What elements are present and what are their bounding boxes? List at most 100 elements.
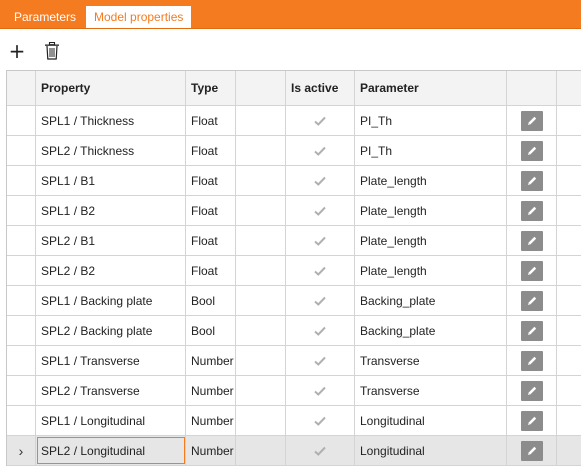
parameter-cell[interactable]: Plate_length: [355, 256, 507, 285]
property-cell[interactable]: SPL2 / Backing plate: [36, 316, 186, 345]
filler-cell: [557, 166, 581, 195]
add-button[interactable]: +: [6, 40, 28, 62]
table-row[interactable]: SPL2 / B1 Float Plate_length: [7, 226, 581, 256]
table-row[interactable]: SPL1 / B1 Float Plate_length: [7, 166, 581, 196]
column-header-property[interactable]: Property: [36, 71, 186, 105]
parameter-cell[interactable]: Backing_plate: [355, 316, 507, 345]
parameter-cell[interactable]: Plate_length: [355, 226, 507, 255]
row-selector[interactable]: [7, 256, 36, 285]
table-row[interactable]: SPL2 / B2 Float Plate_length: [7, 256, 581, 286]
tab-model-properties[interactable]: Model properties: [86, 6, 192, 28]
is-active-checkbox[interactable]: [286, 106, 355, 135]
pencil-icon: [527, 236, 536, 245]
is-active-checkbox[interactable]: [286, 436, 355, 465]
property-cell[interactable]: SPL1 / B1: [36, 166, 186, 195]
type-cell[interactable]: Float: [186, 256, 236, 285]
edit-button[interactable]: [520, 260, 543, 281]
is-active-checkbox[interactable]: [286, 226, 355, 255]
edit-button[interactable]: [520, 140, 543, 161]
property-cell[interactable]: SPL2 / Thickness: [36, 136, 186, 165]
is-active-checkbox[interactable]: [286, 346, 355, 375]
row-selector[interactable]: [7, 316, 36, 345]
edit-cell: [507, 346, 557, 375]
type-cell[interactable]: Number: [186, 406, 236, 435]
column-header-parameter[interactable]: Parameter: [355, 71, 507, 105]
table-row[interactable]: SPL1 / B2 Float Plate_length: [7, 196, 581, 226]
table-row[interactable]: SPL1 / Backing plate Bool Backing_plate: [7, 286, 581, 316]
parameter-cell[interactable]: PI_Th: [355, 136, 507, 165]
type-cell[interactable]: Float: [186, 166, 236, 195]
type-cell[interactable]: Number: [186, 346, 236, 375]
parameter-cell[interactable]: Plate_length: [355, 196, 507, 225]
edit-button[interactable]: [520, 290, 543, 311]
property-cell[interactable]: SPL1 / B2: [36, 196, 186, 225]
tab-parameters[interactable]: Parameters: [6, 7, 84, 28]
property-cell[interactable]: SPL1 / Thickness: [36, 106, 186, 135]
is-active-checkbox[interactable]: [286, 376, 355, 405]
type-cell[interactable]: Float: [186, 196, 236, 225]
column-header-type[interactable]: Type: [186, 71, 236, 105]
type-cell[interactable]: Bool: [186, 316, 236, 345]
property-cell[interactable]: SPL2 / Longitudinal: [36, 436, 186, 465]
property-cell[interactable]: SPL2 / B1: [36, 226, 186, 255]
row-selector[interactable]: [7, 106, 36, 135]
is-active-checkbox[interactable]: [286, 316, 355, 345]
property-cell[interactable]: SPL1 / Transverse: [36, 346, 186, 375]
row-selector[interactable]: [7, 136, 36, 165]
parameter-cell[interactable]: PI_Th: [355, 106, 507, 135]
table-row[interactable]: SPL2 / Backing plate Bool Backing_plate: [7, 316, 581, 346]
row-selector[interactable]: [7, 196, 36, 225]
is-active-checkbox[interactable]: [286, 136, 355, 165]
type-cell[interactable]: Number: [186, 376, 236, 405]
parameter-cell[interactable]: Longitudinal: [355, 406, 507, 435]
parameter-cell[interactable]: Longitudinal: [355, 436, 507, 465]
edit-button[interactable]: [520, 410, 543, 431]
edit-button[interactable]: [520, 350, 543, 371]
is-active-checkbox[interactable]: [286, 406, 355, 435]
property-cell[interactable]: SPL1 / Longitudinal: [36, 406, 186, 435]
type-cell[interactable]: Float: [186, 226, 236, 255]
row-selector[interactable]: [7, 226, 36, 255]
row-selector[interactable]: [7, 286, 36, 315]
type-cell[interactable]: Float: [186, 136, 236, 165]
pencil-icon: [527, 266, 536, 275]
edit-button[interactable]: [520, 200, 543, 221]
delete-button[interactable]: [41, 40, 63, 62]
parameter-cell[interactable]: Transverse: [355, 346, 507, 375]
edit-button[interactable]: [520, 440, 543, 461]
type-cell[interactable]: Float: [186, 106, 236, 135]
edit-button[interactable]: [520, 170, 543, 191]
edit-button[interactable]: [520, 230, 543, 251]
parameter-cell[interactable]: Backing_plate: [355, 286, 507, 315]
plus-icon: +: [8, 39, 26, 63]
property-cell[interactable]: SPL2 / B2: [36, 256, 186, 285]
blank-cell: [236, 166, 286, 195]
property-cell[interactable]: SPL2 / Transverse: [36, 376, 186, 405]
pencil-icon: [527, 116, 536, 125]
table-row[interactable]: SPL2 / Transverse Number Transverse: [7, 376, 581, 406]
table-row[interactable]: SPL1 / Transverse Number Transverse: [7, 346, 581, 376]
edit-button[interactable]: [520, 380, 543, 401]
type-cell[interactable]: Bool: [186, 286, 236, 315]
is-active-checkbox[interactable]: [286, 286, 355, 315]
parameter-cell[interactable]: Transverse: [355, 376, 507, 405]
row-selector[interactable]: [7, 406, 36, 435]
is-active-checkbox[interactable]: [286, 166, 355, 195]
checkmark-icon: [314, 386, 326, 396]
column-header-is-active[interactable]: Is active: [286, 71, 355, 105]
row-selector[interactable]: [7, 376, 36, 405]
row-selector[interactable]: ›: [7, 436, 36, 465]
table-row[interactable]: › SPL2 / Longitudinal Number Longitudinal: [7, 436, 581, 466]
type-cell[interactable]: Number: [186, 436, 236, 465]
edit-button[interactable]: [520, 110, 543, 131]
parameter-cell[interactable]: Plate_length: [355, 166, 507, 195]
table-row[interactable]: SPL1 / Longitudinal Number Longitudinal: [7, 406, 581, 436]
row-selector[interactable]: [7, 346, 36, 375]
is-active-checkbox[interactable]: [286, 256, 355, 285]
edit-button[interactable]: [520, 320, 543, 341]
row-selector[interactable]: [7, 166, 36, 195]
table-row[interactable]: SPL2 / Thickness Float PI_Th: [7, 136, 581, 166]
is-active-checkbox[interactable]: [286, 196, 355, 225]
property-cell[interactable]: SPL1 / Backing plate: [36, 286, 186, 315]
table-row[interactable]: SPL1 / Thickness Float PI_Th: [7, 106, 581, 136]
